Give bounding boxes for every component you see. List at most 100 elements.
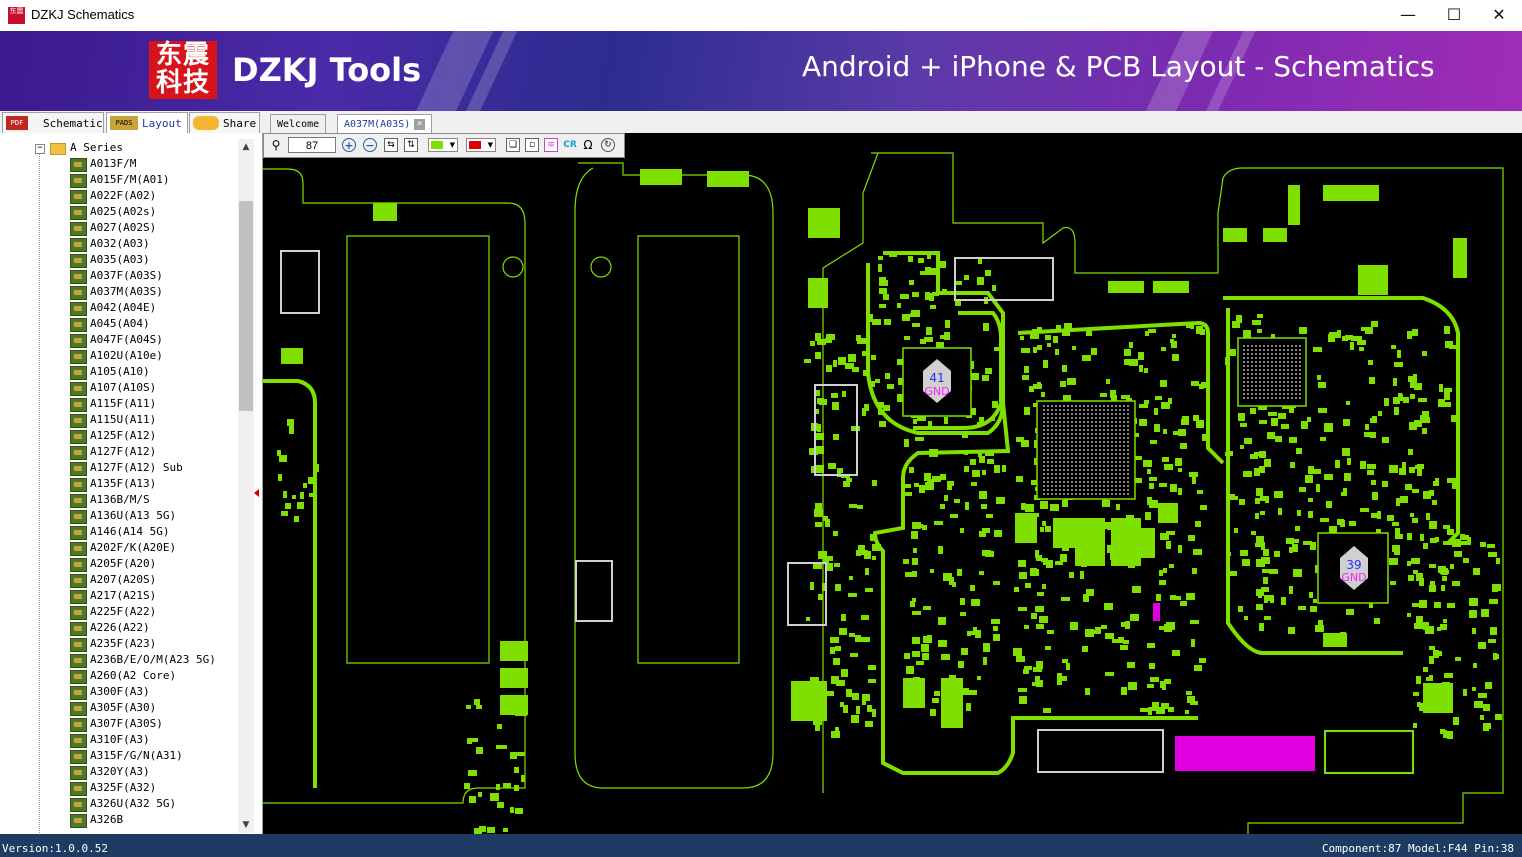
- minimize-icon[interactable]: —: [1385, 0, 1431, 31]
- tree-item[interactable]: A127F(A12): [0, 444, 238, 460]
- tree-item[interactable]: A105(A10): [0, 364, 238, 380]
- list-icon[interactable]: ≡: [544, 138, 558, 152]
- tree-item[interactable]: A307F(A30S): [0, 716, 238, 732]
- zoom-input[interactable]: 87: [288, 137, 336, 153]
- tree-item[interactable]: A037M(A03S): [0, 284, 238, 300]
- flip-vertical-icon[interactable]: ⇅: [404, 138, 418, 152]
- scroll-thumb[interactable]: [239, 201, 253, 411]
- tree-item[interactable]: A035(A03): [0, 252, 238, 268]
- tree-item[interactable]: A315F/G/N(A31): [0, 748, 238, 764]
- pcb-board[interactable]: 41 GND 39 GND: [263, 133, 1522, 834]
- highlighted-connector[interactable]: [1175, 736, 1315, 771]
- tree-item-label: A047F(A04S): [90, 333, 163, 346]
- tree-item[interactable]: A032(A03): [0, 236, 238, 252]
- tab-schematic[interactable]: PDF Schematic: [2, 112, 104, 134]
- tree-item[interactable]: A207(A20S): [0, 572, 238, 588]
- tree-item[interactable]: A326B: [0, 812, 238, 828]
- tree-item[interactable]: A225F(A22): [0, 604, 238, 620]
- svg-text:41: 41: [929, 371, 944, 385]
- tree-item[interactable]: A235F(A23): [0, 636, 238, 652]
- layers-icon[interactable]: ❏: [506, 138, 520, 152]
- tree-item[interactable]: A325F(A32): [0, 780, 238, 796]
- tree-item[interactable]: A202F/K(A20E): [0, 540, 238, 556]
- tree-item[interactable]: A013F/M: [0, 156, 238, 172]
- pcb-layout-canvas[interactable]: 41 GND 39 GND: [263, 133, 1522, 834]
- tree-item[interactable]: A107(A10S): [0, 380, 238, 396]
- search-icon[interactable]: ⚲: [268, 138, 284, 153]
- tab-welcome[interactable]: Welcome: [270, 114, 327, 134]
- pcb-chip-icon: [70, 462, 87, 476]
- zoom-in-icon[interactable]: +: [342, 138, 356, 152]
- tree-item[interactable]: A037F(A03S): [0, 268, 238, 284]
- pcb-chip-icon: [70, 478, 87, 492]
- highlight-color-dropdown[interactable]: ▼: [466, 138, 496, 152]
- tree-item[interactable]: A115U(A11): [0, 412, 238, 428]
- tree-item-label: A315F/G/N(A31): [90, 749, 183, 762]
- tree-item[interactable]: A217(A21S): [0, 588, 238, 604]
- tree-item[interactable]: A045(A04): [0, 316, 238, 332]
- tree-item-label: A125F(A12): [90, 429, 157, 442]
- tree-item-label: A207(A20S): [90, 573, 157, 586]
- tree-item[interactable]: A320Y(A3): [0, 764, 238, 780]
- pcb-chip-icon: [70, 158, 87, 172]
- pcb-chip-icon: [70, 286, 87, 300]
- pad-color-dropdown[interactable]: ▼: [428, 138, 458, 152]
- tree-item[interactable]: A300F(A3): [0, 684, 238, 700]
- tree-item[interactable]: A135F(A13): [0, 476, 238, 492]
- tab-a037m[interactable]: A037M(A03S) ×: [337, 114, 433, 134]
- close-tab-icon[interactable]: ×: [414, 118, 426, 130]
- model-tree: − A Series A013F/M A015F/M(A01) A022F(A02)…: [0, 133, 263, 834]
- tree-item[interactable]: A115F(A11): [0, 396, 238, 412]
- svg-text:GND: GND: [924, 385, 949, 398]
- collapse-icon[interactable]: −: [35, 144, 45, 154]
- tree-item[interactable]: A136U(A13 5G): [0, 508, 238, 524]
- cr-button[interactable]: CR: [561, 138, 579, 153]
- tree-item[interactable]: A125F(A12): [0, 428, 238, 444]
- tree-item[interactable]: A305F(A30): [0, 700, 238, 716]
- pcb-chip-icon: [70, 574, 87, 588]
- close-icon[interactable]: ✕: [1476, 0, 1522, 31]
- tree-item[interactable]: A326U(A32 5G): [0, 796, 238, 812]
- scroll-down-icon[interactable]: ▼: [238, 817, 254, 833]
- tree-item[interactable]: A025(A02s): [0, 204, 238, 220]
- tab-welcome-label: Welcome: [277, 119, 320, 130]
- tree-item-label: A027(A02S): [90, 221, 157, 234]
- ohm-button[interactable]: Ω: [581, 138, 595, 153]
- pcb-chip-icon: [70, 430, 87, 444]
- tab-layout-label: Layout: [142, 117, 182, 130]
- tree-folder-a-series[interactable]: − A Series: [0, 140, 238, 156]
- tree-item[interactable]: A102U(A10e): [0, 348, 238, 364]
- tree-item[interactable]: A226(A22): [0, 620, 238, 636]
- rotate-icon[interactable]: ↻: [601, 138, 615, 152]
- tab-share[interactable]: Share: [189, 112, 260, 134]
- tree-item-label: A202F/K(A20E): [90, 541, 177, 554]
- tree-item[interactable]: A205F(A20): [0, 556, 238, 572]
- tree-item[interactable]: A047F(A04S): [0, 332, 238, 348]
- pcb-chip-icon: [70, 654, 87, 668]
- maximize-icon[interactable]: ☐: [1431, 0, 1477, 31]
- tree-item[interactable]: A136B/M/S: [0, 492, 238, 508]
- tree-item-label: A236B/E/O/M(A23 5G): [90, 653, 216, 666]
- version-text: Version:1.0.0.52: [2, 842, 108, 855]
- zoom-out-icon[interactable]: −: [363, 138, 377, 152]
- pcb-chip-icon: [70, 494, 87, 508]
- tree-item[interactable]: A146(A14 5G): [0, 524, 238, 540]
- tree-item[interactable]: A042(A04E): [0, 300, 238, 316]
- brand-tagline: Android + iPhone & PCB Layout - Schemati…: [802, 50, 1435, 83]
- tree-item[interactable]: A015F/M(A01): [0, 172, 238, 188]
- copy-icon[interactable]: ▫: [525, 138, 539, 152]
- tab-layout[interactable]: PADS Layout: [106, 112, 188, 134]
- tree-item[interactable]: A236B/E/O/M(A23 5G): [0, 652, 238, 668]
- tree-item[interactable]: A027(A02S): [0, 220, 238, 236]
- tree-item[interactable]: A310F(A3): [0, 732, 238, 748]
- tree-item[interactable]: A127F(A12) Sub: [0, 460, 238, 476]
- pcb-chip-icon: [70, 622, 87, 636]
- flip-horizontal-icon[interactable]: ⇆: [384, 138, 398, 152]
- tree-item[interactable]: A260(A2 Core): [0, 668, 238, 684]
- tree-item-label: A025(A02s): [90, 205, 157, 218]
- tree-scrollbar[interactable]: ▲ ▼: [238, 139, 254, 833]
- tab-schematic-label: Schematic: [43, 117, 103, 130]
- splitter-arrow-icon[interactable]: [254, 489, 259, 497]
- tree-item[interactable]: A022F(A02): [0, 188, 238, 204]
- scroll-up-icon[interactable]: ▲: [238, 139, 254, 155]
